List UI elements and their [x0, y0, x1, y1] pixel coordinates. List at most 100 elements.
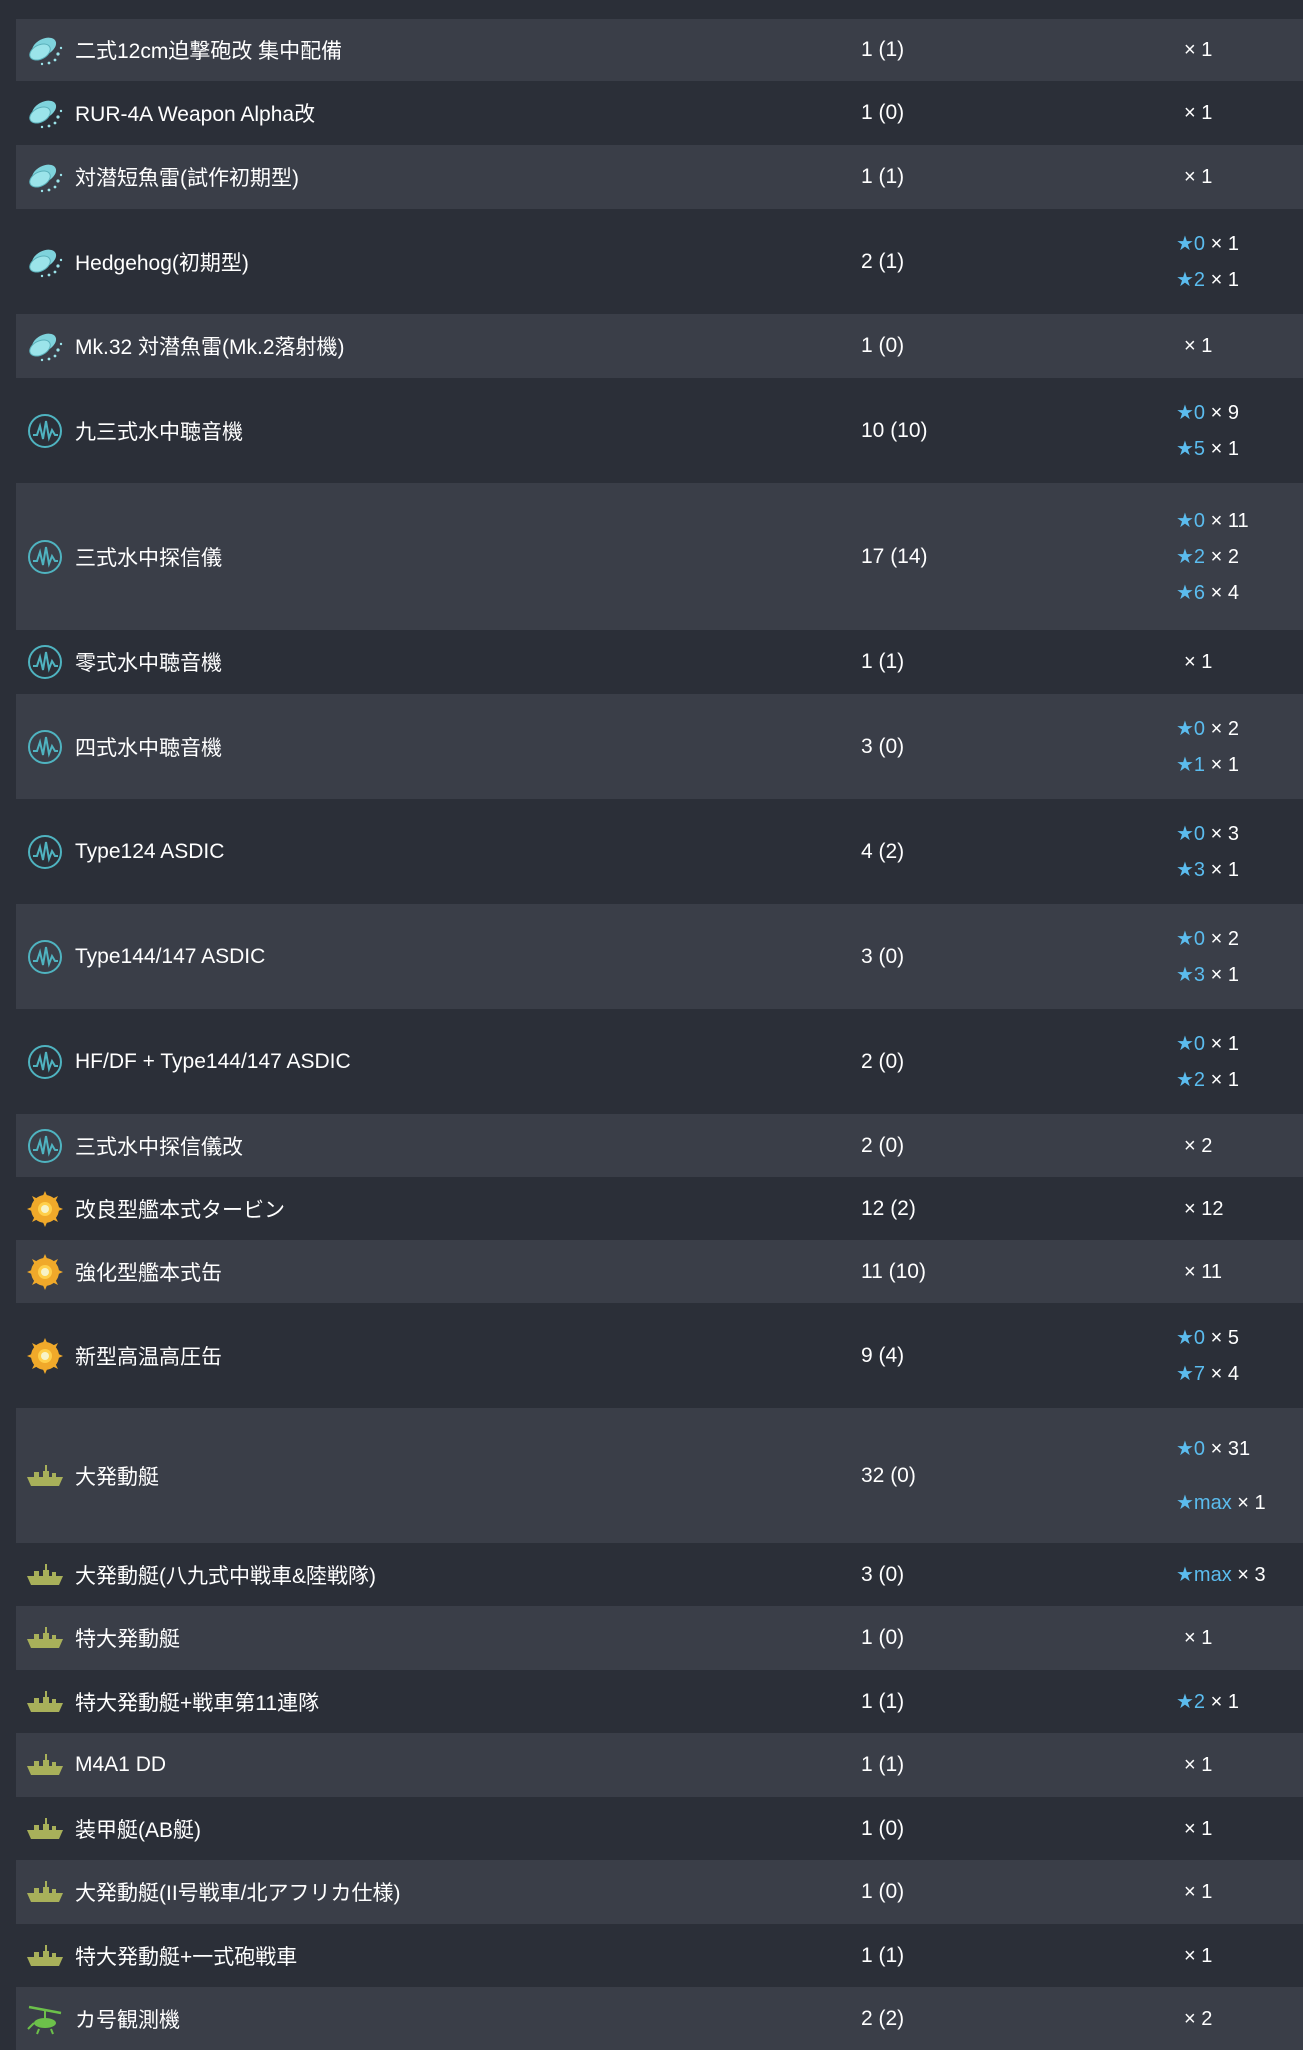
equipment-count: 1 (0)	[861, 101, 905, 124]
equipment-name: HF/DF + Type144/147 ASDIC	[75, 1049, 351, 1073]
boiler-icon	[25, 1336, 65, 1376]
table-row: Type144/147 ASDIC 3 (0) ★0 × 2 ★3 × 1	[16, 904, 1303, 1009]
improvement-line: ★0 × 5	[1176, 1326, 1303, 1350]
improvement-list: × 1	[1176, 1817, 1303, 1841]
improvement-count: × 2	[1210, 927, 1239, 950]
improvement-count: × 1	[1210, 1690, 1239, 1713]
improvement-level: ★max	[1176, 1491, 1232, 1514]
improvement-line: ★1 × 1	[1176, 753, 1303, 777]
equipment-name-cell: 改良型艦本式タービン	[16, 1189, 861, 1229]
equipment-name-cell: 零式水中聴音機	[16, 642, 861, 682]
equipment-name-cell: 特大発動艇	[16, 1618, 861, 1658]
improvement-list: × 1	[1176, 38, 1303, 62]
equipment-count: 2 (1)	[861, 249, 905, 273]
improvement-list: × 11	[1176, 1260, 1303, 1284]
equipment-name: 特大発動艇+戦車第11連隊	[75, 1691, 320, 1715]
sonar-icon	[25, 1126, 65, 1166]
table-row: 特大発動艇+戦車第11連隊 1 (1) ★2 × 1	[16, 1670, 1303, 1733]
improvement-count: × 1	[1210, 753, 1239, 776]
improvement-count: × 2	[1184, 2007, 1213, 2030]
improvement-count: × 1	[1210, 437, 1239, 460]
equipment-count: 3 (0)	[861, 734, 905, 758]
improvement-count: × 1	[1184, 335, 1213, 357]
improvement-count: × 4	[1210, 1362, 1239, 1385]
boiler-icon	[25, 1189, 65, 1229]
improvement-count: × 1	[1184, 166, 1213, 188]
equipment-name: 新型高温高圧缶	[75, 1345, 222, 1369]
equipment-name: 特大発動艇	[75, 1628, 180, 1651]
improvement-line: ★2 × 1	[1176, 1068, 1303, 1092]
improvement-count: × 1	[1210, 1068, 1239, 1091]
equipment-name: 九三式水中聴音機	[75, 420, 243, 444]
improvement-count: × 1	[1184, 1817, 1213, 1840]
improvement-level: ★0	[1176, 1437, 1206, 1460]
equipment-name: Type124 ASDIC	[75, 839, 225, 863]
equipment-name: 強化型艦本式缶	[75, 1261, 222, 1285]
equipment-count: 11 (10)	[861, 1259, 926, 1283]
landing-craft-icon	[25, 1682, 65, 1722]
improvement-line: × 1	[1176, 1880, 1303, 1904]
improvement-list: × 1	[1176, 101, 1303, 125]
depth-charge-icon	[25, 93, 65, 133]
landing-craft-icon	[25, 1618, 65, 1658]
equipment-name: 二式12cm迫撃砲改 集中配備	[75, 40, 343, 63]
improvement-line: × 1	[1176, 1626, 1303, 1650]
landing-craft-icon	[25, 1456, 65, 1496]
improvement-list: ★0 × 1 ★2 × 1	[1176, 232, 1303, 292]
improvement-list: × 2	[1176, 2007, 1303, 2031]
improvement-line: × 2	[1176, 1134, 1303, 1158]
improvement-level: ★0	[1176, 1032, 1206, 1055]
table-row: 対潜短魚雷(試作初期型) 1 (1) × 1	[16, 145, 1303, 209]
improvement-level: ★2	[1176, 1068, 1206, 1091]
improvement-count: × 11	[1184, 1260, 1222, 1283]
improvement-level: ★0	[1176, 927, 1206, 950]
table-row: M4A1 DD 1 (1) × 1	[16, 1733, 1303, 1797]
improvement-count: × 1	[1237, 1491, 1266, 1514]
equipment-name: 対潜短魚雷(試作初期型)	[75, 167, 299, 190]
improvement-list: × 1	[1176, 650, 1303, 674]
improvement-list: × 2	[1176, 1134, 1303, 1158]
improvement-count: × 1	[1184, 1881, 1213, 1903]
equipment-count: 2 (0)	[861, 1133, 905, 1157]
table-row: 大発動艇 32 (0) ★0 × 31 ★max × 1	[16, 1408, 1303, 1543]
sonar-icon	[25, 832, 65, 872]
landing-craft-icon	[25, 1555, 65, 1595]
improvement-line: ★3 × 1	[1176, 963, 1303, 987]
improvement-list: × 12	[1176, 1197, 1303, 1221]
equipment-name-cell: 三式水中探信儀	[16, 537, 861, 577]
improvement-level: ★7	[1176, 1362, 1206, 1385]
improvement-count: × 1	[1184, 1627, 1213, 1649]
improvement-list: ★0 × 31 ★max × 1	[1176, 1437, 1303, 1515]
improvement-count: × 1	[1184, 651, 1213, 673]
table-row: 二式12cm迫撃砲改 集中配備 1 (1) × 1	[16, 19, 1303, 81]
equipment-name-cell: 九三式水中聴音機	[16, 411, 861, 451]
equipment-count: 1 (0)	[861, 1816, 905, 1840]
equipment-count: 2 (2)	[861, 2006, 905, 2030]
improvement-count: × 2	[1184, 1134, 1213, 1157]
equipment-name: 三式水中探信儀	[75, 546, 222, 570]
equipment-name: カ号観測機	[75, 2008, 180, 2032]
improvement-line: ★2 × 1	[1176, 1690, 1303, 1714]
table-row: 四式水中聴音機 3 (0) ★0 × 2 ★1 × 1	[16, 694, 1303, 799]
table-row: Mk.32 対潜魚雷(Mk.2落射機) 1 (0) × 1	[16, 314, 1303, 378]
autogyro-icon	[25, 1999, 65, 2039]
improvement-list: ★0 × 2 ★1 × 1	[1176, 717, 1303, 777]
improvement-level: ★max	[1176, 1563, 1232, 1586]
improvement-list: ★max × 3	[1176, 1563, 1303, 1587]
equipment-count: 1 (0)	[861, 334, 905, 357]
improvement-level: ★0	[1176, 509, 1206, 532]
landing-craft-icon	[25, 1745, 65, 1785]
improvement-count: × 9	[1210, 401, 1239, 424]
boiler-icon	[25, 1252, 65, 1292]
equipment-count: 1 (0)	[861, 1626, 905, 1649]
table-row: 装甲艇(AB艇) 1 (0) × 1	[16, 1797, 1303, 1860]
equipment-count: 1 (1)	[861, 1943, 905, 1967]
equipment-name: 四式水中聴音機	[75, 736, 222, 760]
equipment-name-cell: 大発動艇(II号戦車/北アフリカ仕様)	[16, 1872, 861, 1912]
improvement-list: ★0 × 2 ★3 × 1	[1176, 927, 1303, 987]
landing-craft-icon	[25, 1809, 65, 1849]
equipment-name: 大発動艇(II号戦車/北アフリカ仕様)	[75, 1882, 401, 1905]
improvement-list: × 1	[1176, 1753, 1303, 1777]
table-row: 特大発動艇+一式砲戦車 1 (1) × 1	[16, 1924, 1303, 1987]
improvement-count: × 2	[1210, 545, 1239, 568]
